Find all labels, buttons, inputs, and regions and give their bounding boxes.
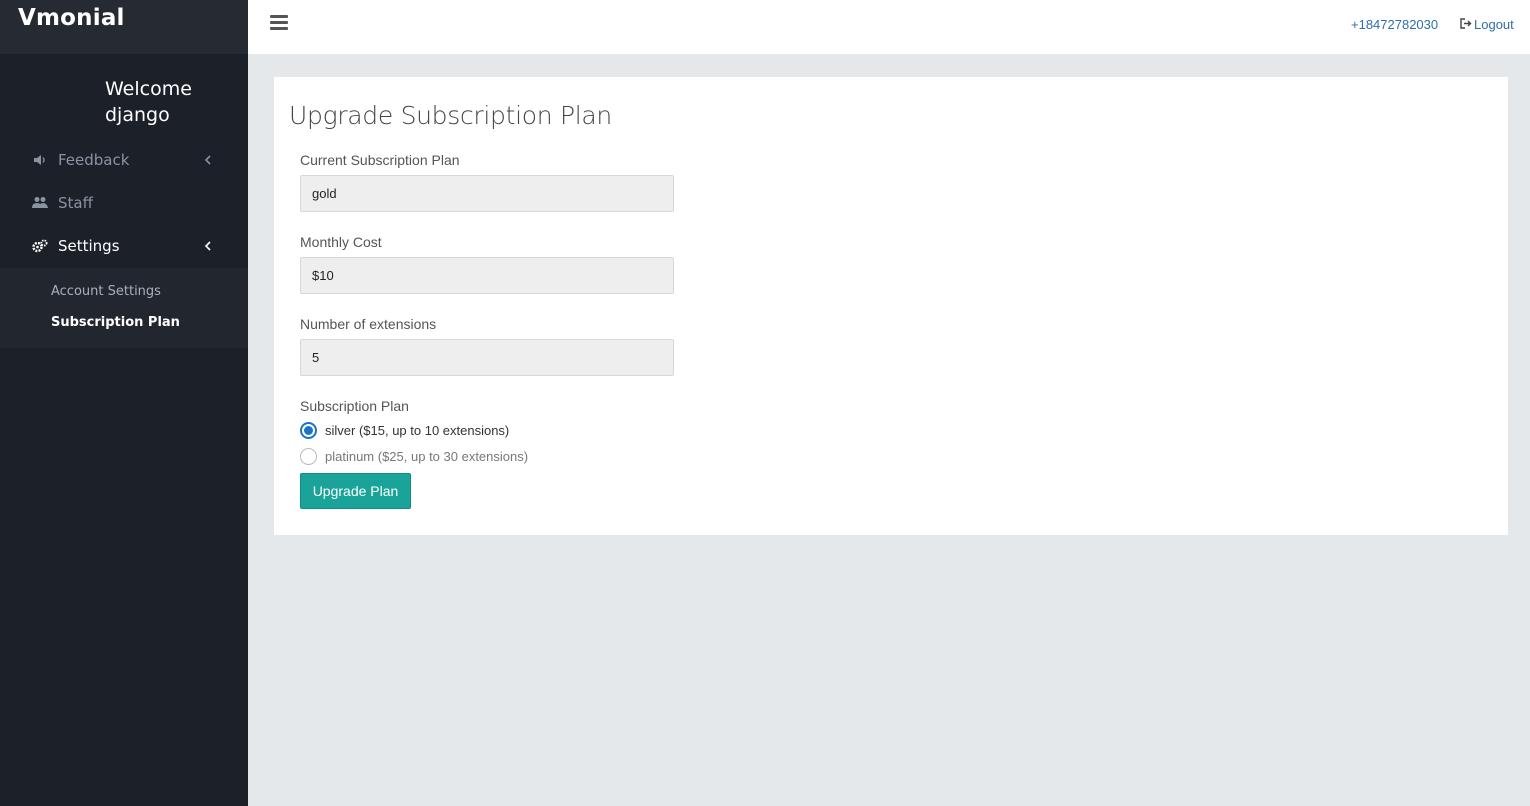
plan-option-silver[interactable]: silver ($15, up to 10 extensions) bbox=[300, 422, 509, 439]
hamburger-menu-icon[interactable] bbox=[270, 15, 288, 31]
chevron-left-icon bbox=[204, 138, 212, 181]
plan-option-platinum[interactable]: platinum ($25, up to 30 extensions) bbox=[300, 448, 528, 465]
username: django bbox=[105, 104, 170, 126]
plan-option-label: silver ($15, up to 10 extensions) bbox=[325, 423, 510, 438]
logout-label: Logout bbox=[1474, 17, 1514, 32]
settings-submenu: Account Settings Subscription Plan bbox=[0, 268, 248, 348]
upgrade-plan-card: Upgrade Subscription Plan Current Subscr… bbox=[274, 77, 1508, 535]
volume-icon bbox=[32, 154, 48, 166]
users-icon bbox=[32, 196, 48, 209]
monthly-cost-field[interactable]: $10 bbox=[300, 257, 674, 294]
current-plan-field[interactable]: gold bbox=[300, 175, 674, 212]
extensions-field[interactable]: 5 bbox=[300, 339, 674, 376]
submenu-item-subscription-plan[interactable]: Subscription Plan bbox=[51, 315, 180, 330]
current-plan-label: Current Subscription Plan bbox=[300, 152, 460, 168]
extensions-label: Number of extensions bbox=[300, 316, 437, 332]
sidebar-item-feedback[interactable]: Feedback bbox=[0, 138, 248, 181]
sidebar-item-label: Settings bbox=[58, 236, 120, 255]
plan-option-label: platinum ($25, up to 30 extensions) bbox=[325, 449, 529, 464]
sidebar-item-label: Staff bbox=[58, 193, 93, 212]
monthly-cost-label: Monthly Cost bbox=[300, 234, 382, 250]
welcome-text: Welcome bbox=[105, 78, 192, 100]
top-navbar: +18472782030 Logout bbox=[248, 0, 1530, 54]
radio-silver[interactable] bbox=[300, 422, 317, 439]
sidebar: Vmonial Welcome django Feedback Staff Se… bbox=[0, 0, 248, 806]
sign-out-icon bbox=[1460, 17, 1472, 32]
radio-platinum[interactable] bbox=[300, 448, 317, 465]
subscription-plan-label: Subscription Plan bbox=[300, 398, 409, 414]
chevron-left-icon bbox=[204, 224, 212, 267]
submenu-item-account-settings[interactable]: Account Settings bbox=[51, 284, 161, 299]
upgrade-plan-button[interactable]: Upgrade Plan bbox=[300, 473, 411, 509]
gears-icon bbox=[32, 239, 48, 253]
sidebar-item-label: Feedback bbox=[58, 150, 130, 169]
sidebar-item-staff[interactable]: Staff bbox=[0, 181, 248, 224]
page-title: Upgrade Subscription Plan bbox=[289, 101, 612, 130]
sidebar-item-settings[interactable]: Settings bbox=[0, 224, 248, 267]
phone-number-link[interactable]: +18472782030 bbox=[1351, 17, 1438, 32]
brand-logo[interactable]: Vmonial bbox=[0, 0, 248, 54]
logout-link[interactable]: Logout bbox=[1460, 17, 1514, 32]
